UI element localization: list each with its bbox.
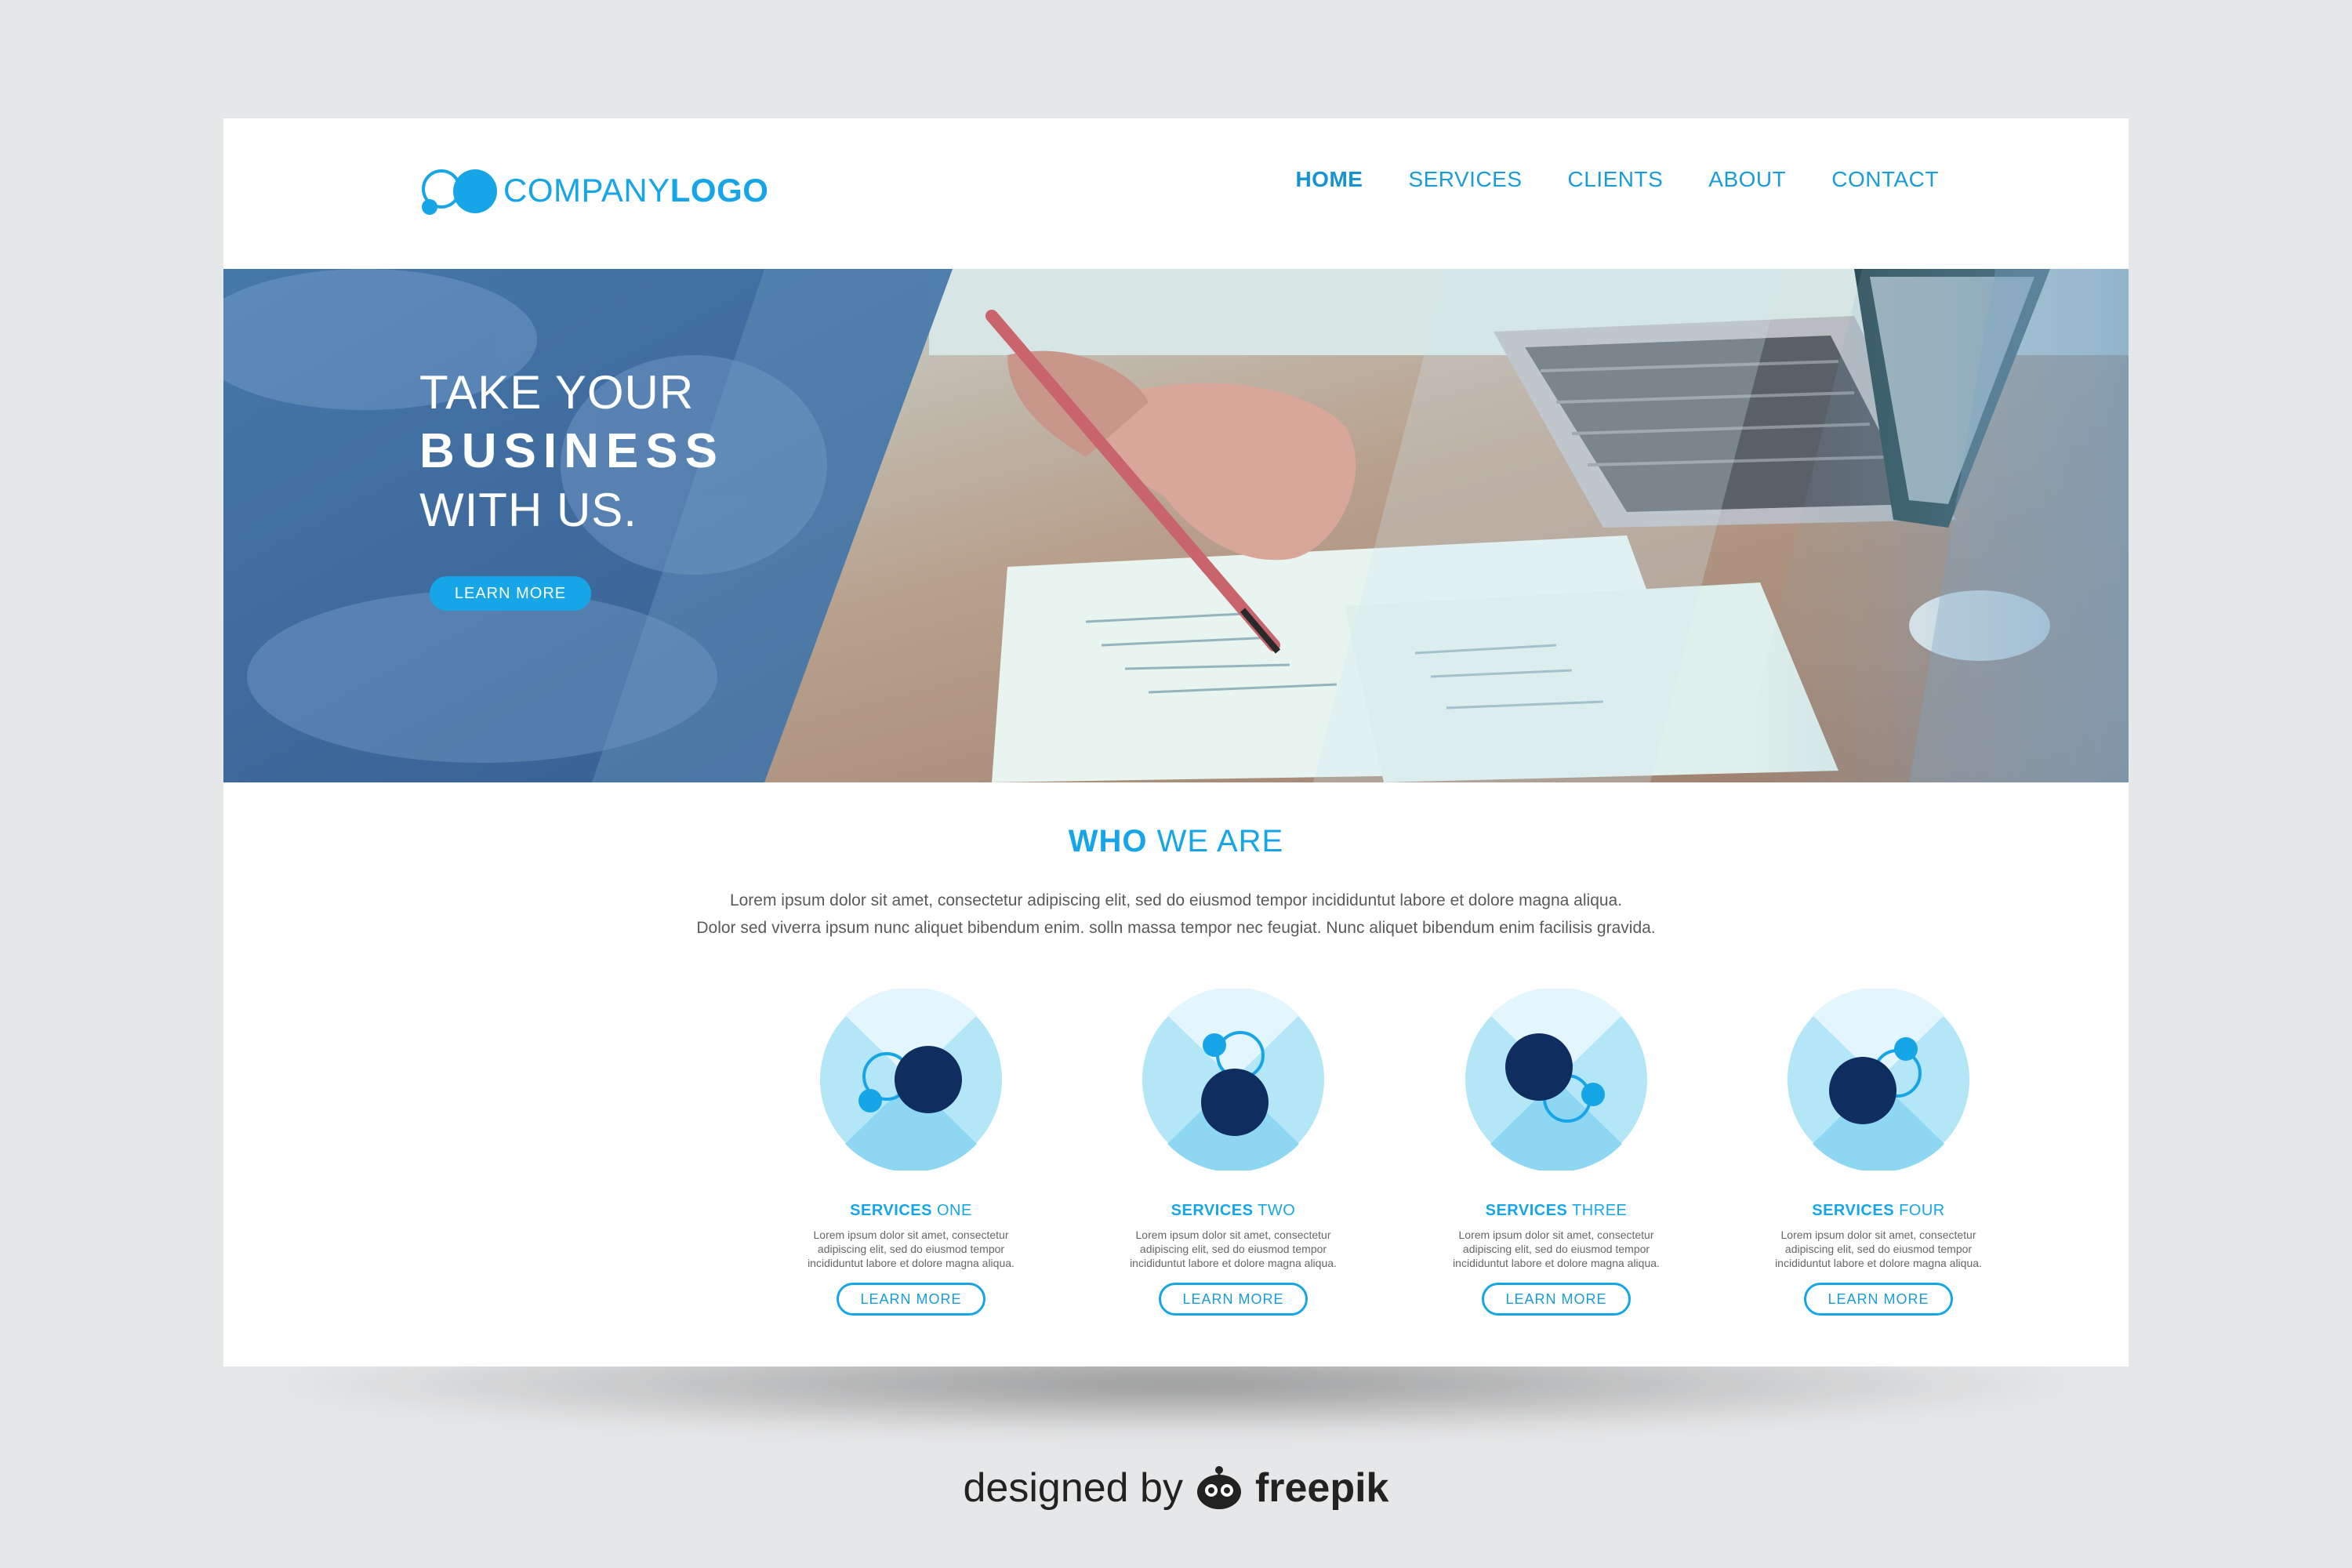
service-description: Lorem ipsum dolor sit amet, consectetur a… xyxy=(1130,1229,1337,1269)
service-description: Lorem ipsum dolor sit amet, consectetur a… xyxy=(1775,1229,1982,1269)
molecule-icon xyxy=(1788,987,1969,1172)
nav-about[interactable]: ABOUT xyxy=(1708,167,1786,192)
service-card-three: SERVICES THREE Lorem ipsum dolor sit ame… xyxy=(1431,987,1682,1316)
service-title: SERVICES TWO xyxy=(1171,1202,1296,1219)
main-nav: HOME SERVICES CLIENTS ABOUT CONTACT xyxy=(1250,167,1939,192)
logo-text: COMPANYLOGO xyxy=(503,172,769,209)
molecule-icon xyxy=(1142,987,1324,1172)
hero-line-3: WITH US. xyxy=(419,484,637,536)
service-title: SERVICES FOUR xyxy=(1812,1202,1945,1219)
service-title: SERVICES THREE xyxy=(1485,1202,1628,1219)
nav-clients[interactable]: CLIENTS xyxy=(1568,167,1664,192)
service-title: SERVICES ONE xyxy=(850,1202,972,1219)
credit-prefix: designed by xyxy=(963,1465,1183,1511)
service-learn-more-button[interactable]: LEARN MORE xyxy=(1482,1283,1631,1316)
nav-home[interactable]: HOME xyxy=(1295,167,1363,192)
site-header: COMPANYLOGO HOME SERVICES CLIENTS ABOUT … xyxy=(223,118,2129,269)
who-line-2: Dolor sed viverra ipsum nunc aliquet bib… xyxy=(696,919,1656,937)
landing-page: COMPANYLOGO HOME SERVICES CLIENTS ABOUT … xyxy=(223,118,2129,1367)
hero-line-1: TAKE YOUR xyxy=(419,366,695,419)
company-logo[interactable]: COMPANYLOGO xyxy=(422,159,768,222)
who-we-are-text: Lorem ipsum dolor sit amet, consectetur … xyxy=(223,887,2129,942)
service-description: Lorem ipsum dolor sit amet, consectetur a… xyxy=(808,1229,1014,1269)
service-card-one: SERVICES ONE Lorem ipsum dolor sit amet,… xyxy=(786,987,1036,1316)
hero-line-2: BUSINESS xyxy=(419,424,724,478)
freepik-logo-icon xyxy=(1196,1466,1241,1509)
who-we-are-heading: WHO WE ARE xyxy=(1068,824,1284,858)
designer-credit: designed by freepik xyxy=(0,1465,2352,1512)
service-learn-more-button[interactable]: LEARN MORE xyxy=(1804,1283,1953,1316)
credit-brand: freepik xyxy=(1254,1465,1389,1511)
molecule-icon xyxy=(820,987,1002,1172)
hero-headline: TAKE YOUR BUSINESS WITH US. xyxy=(419,363,724,539)
molecule-icon xyxy=(1465,987,1647,1172)
service-card-four: SERVICES FOUR Lorem ipsum dolor sit amet… xyxy=(1753,987,2004,1316)
service-card-two: SERVICES TWO Lorem ipsum dolor sit amet,… xyxy=(1108,987,1359,1316)
service-description: Lorem ipsum dolor sit amet, consectetur a… xyxy=(1453,1229,1660,1269)
nav-contact[interactable]: CONTACT xyxy=(1831,167,1939,192)
who-line-1: Lorem ipsum dolor sit amet, consectetur … xyxy=(729,891,1623,909)
hero-learn-more-button[interactable]: LEARN MORE xyxy=(430,576,591,611)
nav-services[interactable]: SERVICES xyxy=(1408,167,1522,192)
service-learn-more-button[interactable]: LEARN MORE xyxy=(837,1283,985,1316)
service-learn-more-button[interactable]: LEARN MORE xyxy=(1159,1283,1308,1316)
logo-icon xyxy=(422,163,497,218)
hero-banner: TAKE YOUR BUSINESS WITH US. LEARN MORE xyxy=(223,269,2129,782)
